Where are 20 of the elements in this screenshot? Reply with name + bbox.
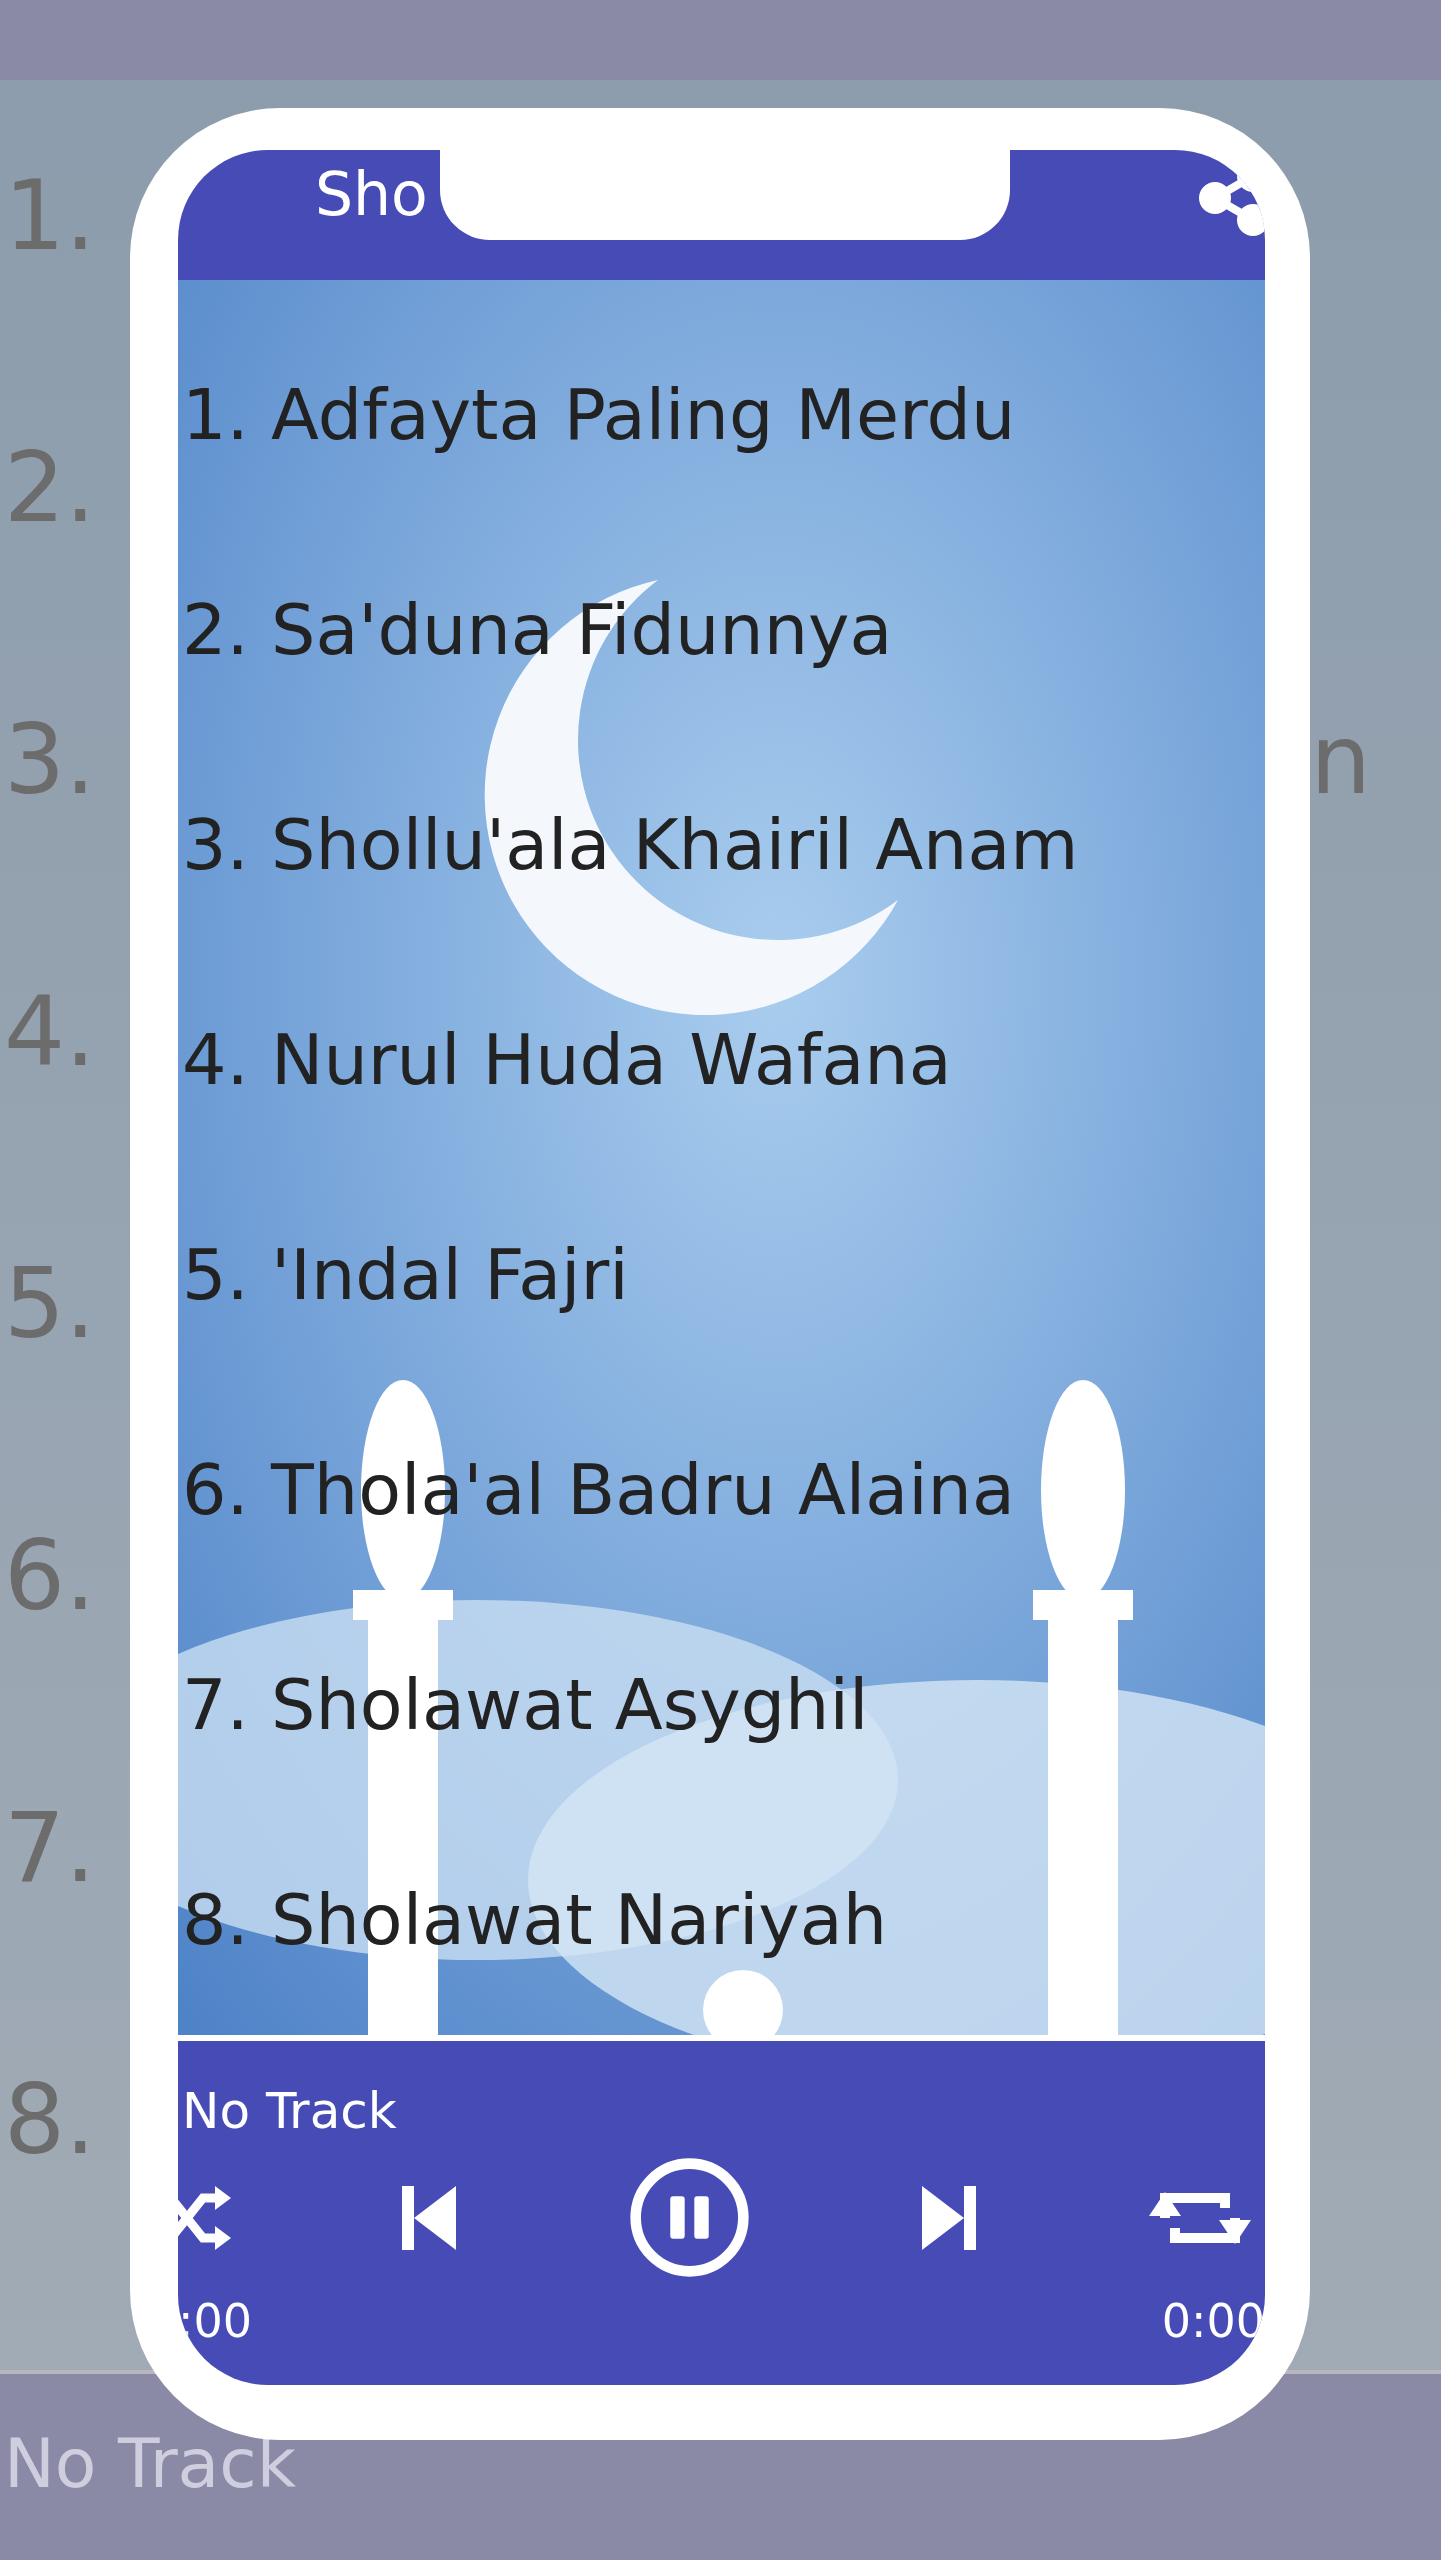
song-item: n <box>1309 712 1371 808</box>
song-item: 8. <box>3 2072 96 2168</box>
song-item: 5. <box>3 1256 96 1352</box>
song-item: 2. <box>3 440 96 536</box>
track-title: No Track <box>182 2081 398 2141</box>
song-item: 1. <box>3 168 96 264</box>
elapsed-time: :00 <box>178 2296 253 2347</box>
song-item[interactable]: 7. Sholawat Asyghil <box>182 1670 1265 1885</box>
song-item[interactable]: 5. 'Indal Fajri <box>182 1240 1265 1455</box>
song-item[interactable]: 8. Sholawat Nariyah <box>182 1885 1265 2035</box>
song-item: 3. <box>3 712 96 808</box>
song-item: 7. <box>3 1800 96 1896</box>
app-title: Sho <box>315 158 428 230</box>
song-item[interactable]: 2. Sa'duna Fidunnya <box>182 595 1265 810</box>
song-item: 6. <box>3 1528 96 1624</box>
duration-time: 0:00 <box>1161 2296 1265 2347</box>
song-item[interactable]: 1. Adfayta Paling Merdu <box>182 380 1265 595</box>
song-item[interactable]: 4. Nurul Huda Wafana <box>182 1025 1265 1240</box>
track-title: No Track <box>4 2424 297 2503</box>
song-item: 4. <box>3 984 96 1080</box>
